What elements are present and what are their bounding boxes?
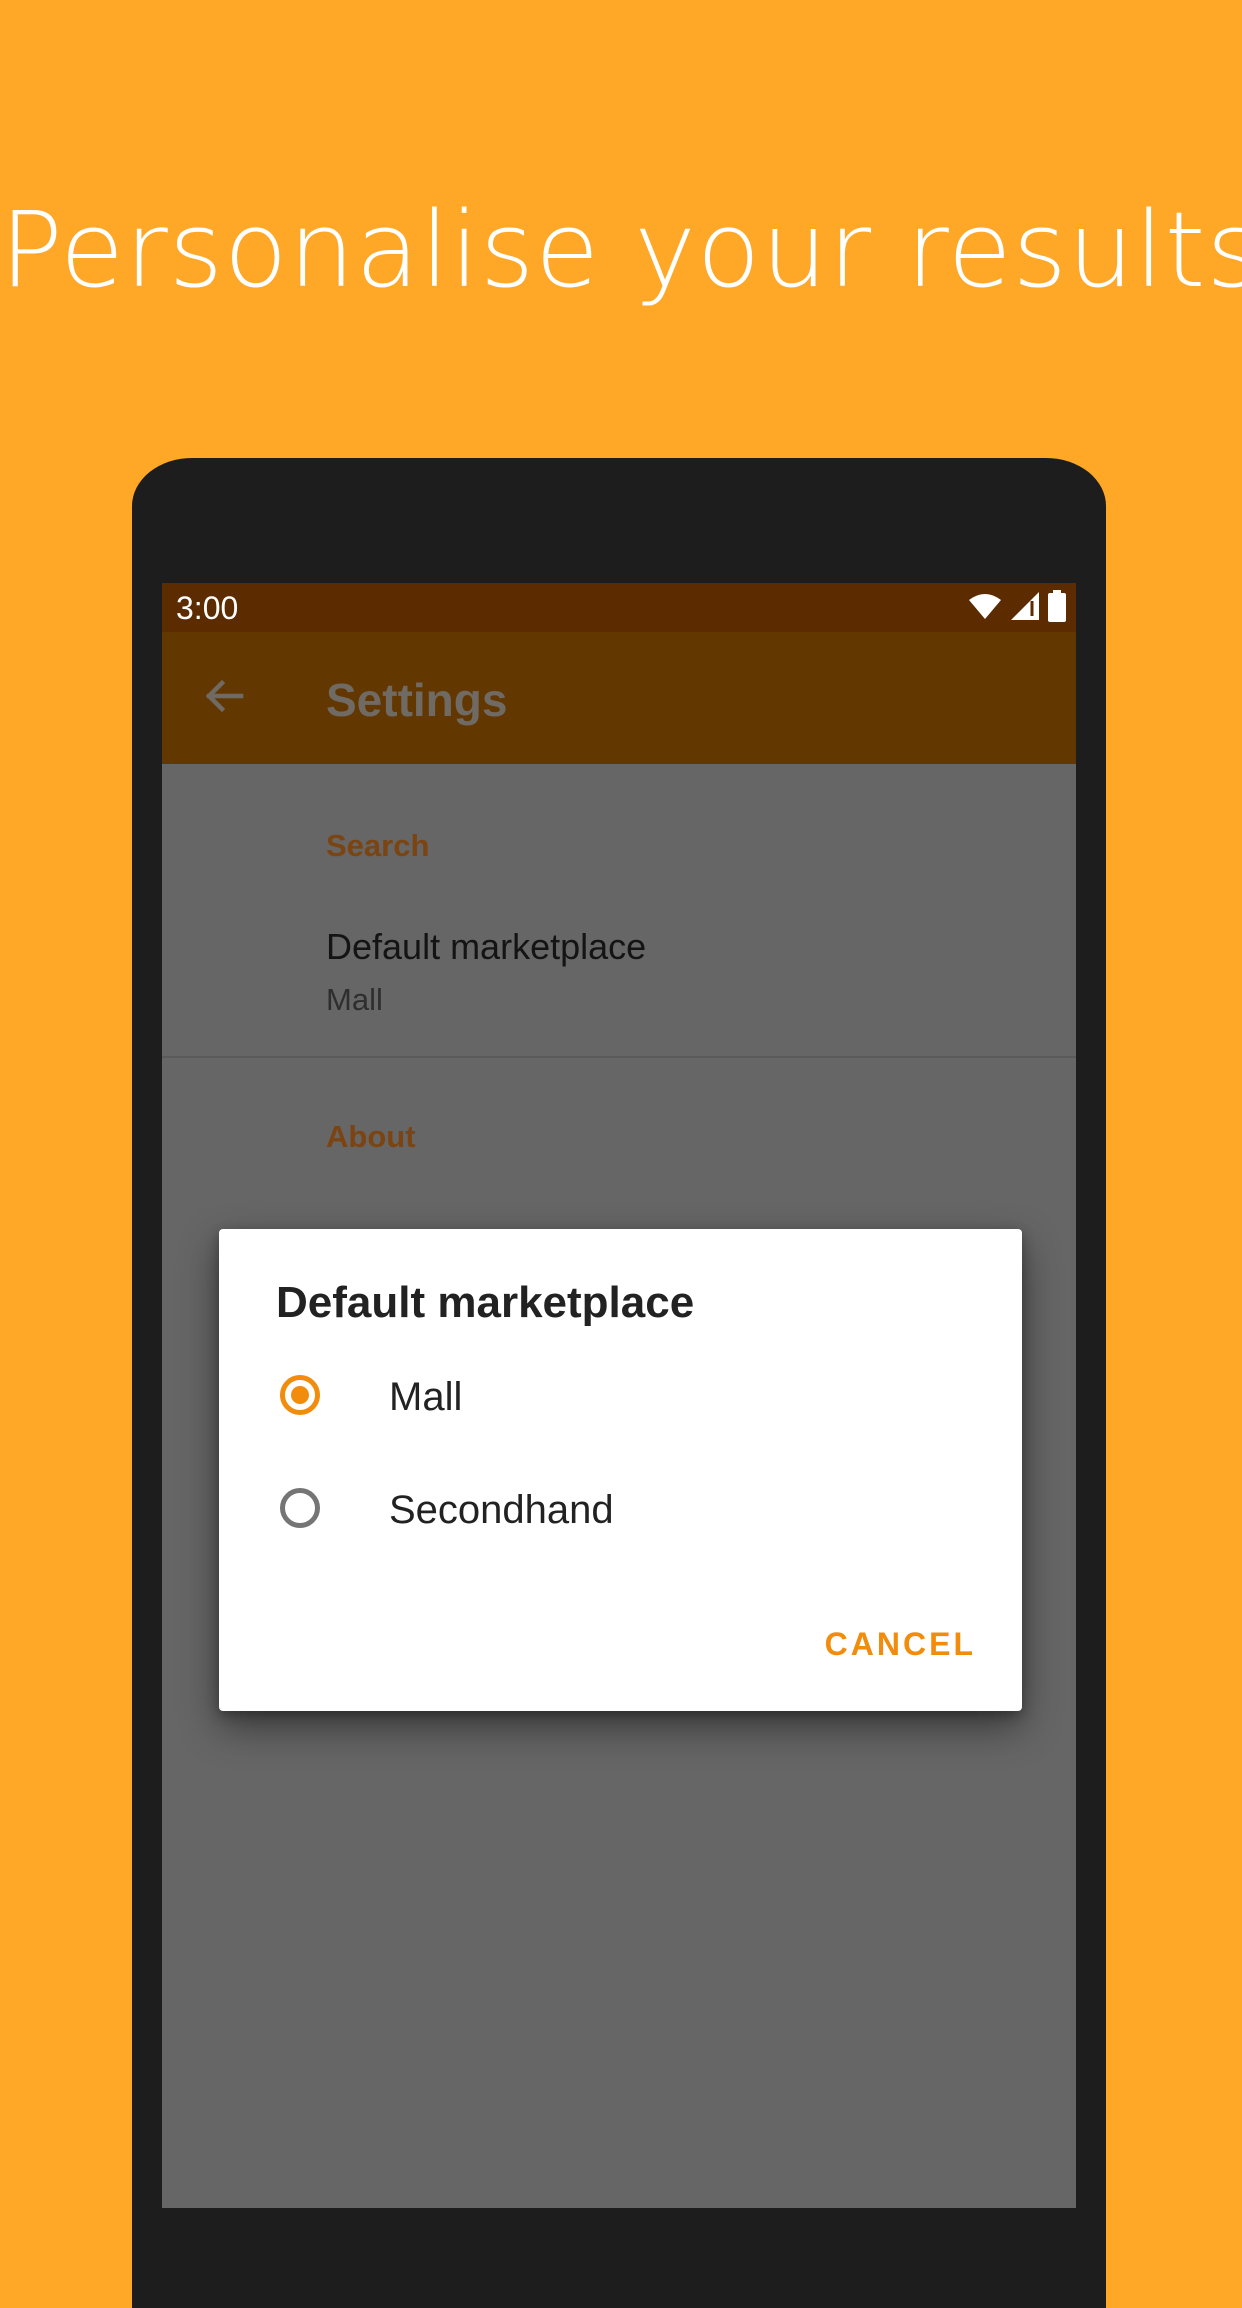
phone-screen: 3:00 Settings Search Default marketplace — [162, 583, 1076, 2208]
wifi-icon — [968, 592, 1002, 625]
radio-unchecked-icon[interactable] — [280, 1488, 320, 1528]
option-label: Mall — [389, 1375, 463, 1419]
app-bar: Settings — [162, 632, 1076, 764]
status-bar: 3:00 — [162, 583, 1076, 632]
dialog-title: Default marketplace — [276, 1278, 695, 1327]
arrow-back-icon — [203, 675, 245, 722]
back-button[interactable] — [196, 670, 252, 726]
battery-icon — [1048, 589, 1066, 627]
divider — [162, 1056, 1076, 1058]
pref-summary: Mall — [326, 982, 383, 1017]
marketplace-dialog: Default marketplace Mall Secondhand CANC… — [219, 1229, 1022, 1711]
headline: Personalise your results — [0, 189, 1242, 311]
option-label: Secondhand — [389, 1488, 614, 1532]
radio-checked-icon[interactable] — [280, 1375, 320, 1415]
pref-title: Default marketplace — [326, 926, 647, 967]
status-icons — [968, 589, 1066, 627]
signal-icon — [1010, 591, 1040, 626]
status-time: 3:00 — [176, 590, 239, 626]
section-header-search: Search — [326, 828, 430, 863]
app-title: Settings — [326, 674, 508, 726]
option-secondhand[interactable]: Secondhand — [219, 1461, 1022, 1561]
cancel-button[interactable]: CANCEL — [825, 1625, 976, 1663]
section-header-about: About — [326, 1119, 416, 1154]
option-mall[interactable]: Mall — [219, 1348, 1022, 1448]
